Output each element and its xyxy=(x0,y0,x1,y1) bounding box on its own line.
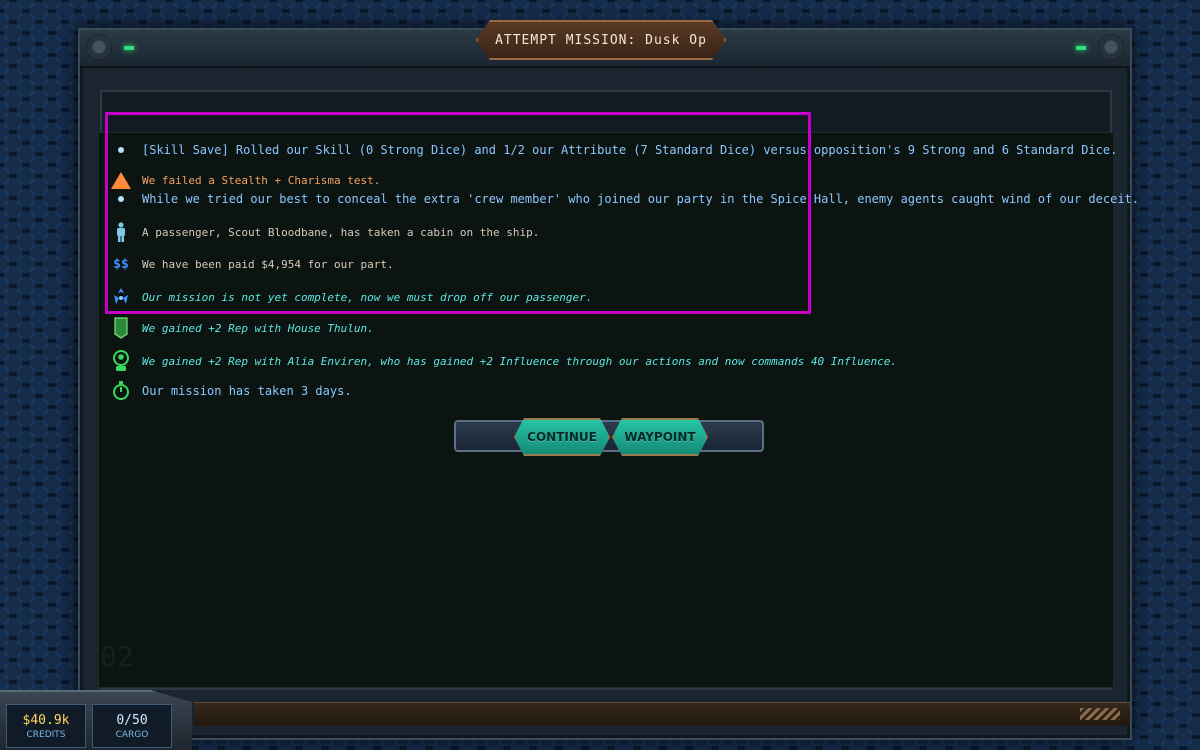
bullet-icon xyxy=(111,189,131,209)
mission-log-panel xyxy=(98,132,1114,688)
cargo-value: 0/50 xyxy=(116,712,148,728)
panel-number: 02 xyxy=(100,640,134,673)
log-text: [Skill Save] Rolled our Skill (0 Strong … xyxy=(142,143,1118,157)
cargo-readout[interactable]: 0/50 CARGO xyxy=(92,704,172,748)
passenger-icon xyxy=(111,222,131,242)
corner-bolt-icon xyxy=(86,34,112,60)
status-led-icon xyxy=(1076,46,1086,50)
credits-readout[interactable]: $40.9k CREDITS xyxy=(6,704,86,748)
log-text: We failed a Stealth + Charisma test. xyxy=(142,173,381,187)
log-text: Our mission is not yet complete, now we … xyxy=(142,290,593,304)
log-text: We gained +2 Rep with Alia Enviren, who … xyxy=(142,354,897,368)
log-text: Our mission has taken 3 days. xyxy=(142,384,352,398)
log-text: We have been paid $4,954 for our part. xyxy=(142,257,394,271)
credits-icon: $$ xyxy=(113,256,129,272)
status-led-icon xyxy=(124,46,134,50)
bullet-icon xyxy=(111,140,131,160)
corner-bolt-icon xyxy=(1098,34,1124,60)
continue-button[interactable]: CONTINUE xyxy=(514,418,610,456)
credits-value: $40.9k xyxy=(22,712,70,728)
house-rep-icon xyxy=(111,317,131,339)
resource-hud: $40.9k CREDITS 0/50 CARGO xyxy=(0,690,192,750)
timer-icon xyxy=(111,381,131,401)
credits-label: CREDITS xyxy=(26,729,66,740)
action-button-bar: CONTINUE WAYPOINT xyxy=(454,420,764,452)
dialog-title: ATTEMPT MISSION: Dusk Op xyxy=(495,32,707,48)
waypoint-button[interactable]: WAYPOINT xyxy=(612,418,708,456)
dialog-bottom-strip xyxy=(194,702,1130,726)
log-text: While we tried our best to conceal the e… xyxy=(142,192,1139,206)
log-text: We gained +2 Rep with House Thulun. xyxy=(142,321,374,335)
contact-rep-icon xyxy=(111,350,131,371)
cargo-label: CARGO xyxy=(115,729,149,740)
warning-icon: ! xyxy=(111,170,133,190)
hatch-decoration xyxy=(1080,708,1120,720)
log-text: A passenger, Scout Bloodbane, has taken … xyxy=(142,225,540,239)
dialog-title-plate: ATTEMPT MISSION: Dusk Op xyxy=(476,20,726,60)
mission-icon xyxy=(111,287,131,307)
